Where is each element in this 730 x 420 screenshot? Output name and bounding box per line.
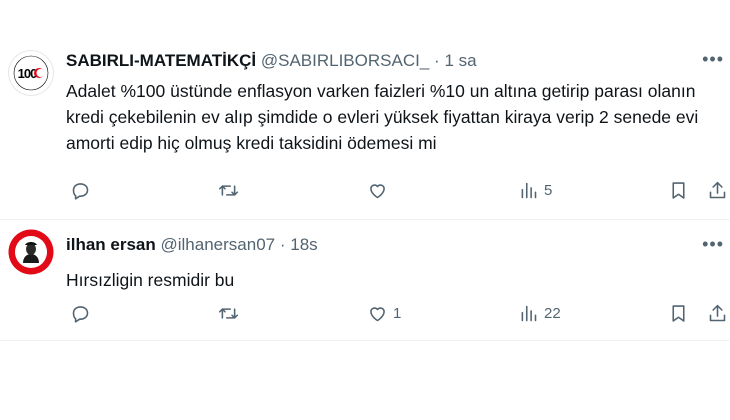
bookmark-button[interactable] (668, 178, 689, 202)
reply-button[interactable] (70, 301, 96, 325)
reply-icon (72, 182, 89, 200)
reply-button[interactable] (70, 178, 96, 202)
retweet-button[interactable] (218, 301, 244, 325)
user-handle[interactable]: @SABIRLIBORSACI_ (261, 51, 429, 70)
view-count: 22 (544, 304, 561, 322)
display-name[interactable]: ilhan ersan (66, 235, 156, 254)
avatar[interactable] (8, 229, 54, 275)
bookmark-button[interactable] (668, 301, 689, 325)
bookmark-icon (672, 304, 685, 322)
separator: · (434, 51, 440, 70)
action-bar: 5 (0, 178, 730, 202)
user-handle[interactable]: @ilhanersan07 (161, 235, 276, 254)
retweet-icon (218, 307, 239, 319)
share-button[interactable] (707, 301, 728, 325)
tweet-text: Hırsızligin resmidir bu (66, 270, 235, 290)
share-button[interactable] (707, 178, 728, 202)
more-icon[interactable]: ••• (702, 50, 724, 68)
retweet-button[interactable] (218, 178, 244, 202)
tweet[interactable]: ilhan ersan @ilhanersan07 · 18s ••• Hırs… (0, 221, 730, 341)
views-icon (521, 305, 537, 321)
like-icon (370, 183, 385, 198)
like-button[interactable] (367, 178, 393, 202)
like-icon (370, 306, 385, 321)
share-icon (709, 181, 726, 198)
avatar[interactable]: 100 (8, 50, 54, 96)
like-button[interactable]: 1 (367, 301, 401, 325)
retweet-icon (218, 184, 239, 196)
share-icon (709, 304, 726, 321)
tweet[interactable]: 100 SABIRLI-MATEMATİKÇİ @SABIRLIBORSACI_… (0, 30, 730, 220)
tweet-text: Adalet %100 üstünde enflasyon varken fai… (66, 81, 699, 153)
display-name[interactable]: SABIRLI-MATEMATİKÇİ (66, 51, 256, 70)
reply-icon (72, 305, 89, 323)
views-button[interactable]: 5 (518, 178, 552, 202)
separator: · (279, 235, 286, 254)
action-bar: 1 22 (0, 301, 730, 325)
more-icon[interactable]: ••• (702, 235, 724, 253)
like-count: 1 (393, 304, 402, 322)
tweet-header: ilhan ersan @ilhanersan07 · 18s (66, 234, 318, 256)
view-count: 5 (544, 181, 553, 199)
bookmark-icon (672, 181, 685, 199)
timestamp[interactable]: 18s (290, 235, 317, 254)
tweet-header: SABIRLI-MATEMATİKÇİ @SABIRLIBORSACI_ · 1… (66, 50, 477, 72)
timestamp[interactable]: 1 sa (444, 51, 476, 70)
views-button[interactable]: 22 (518, 301, 561, 325)
views-icon (521, 182, 537, 198)
